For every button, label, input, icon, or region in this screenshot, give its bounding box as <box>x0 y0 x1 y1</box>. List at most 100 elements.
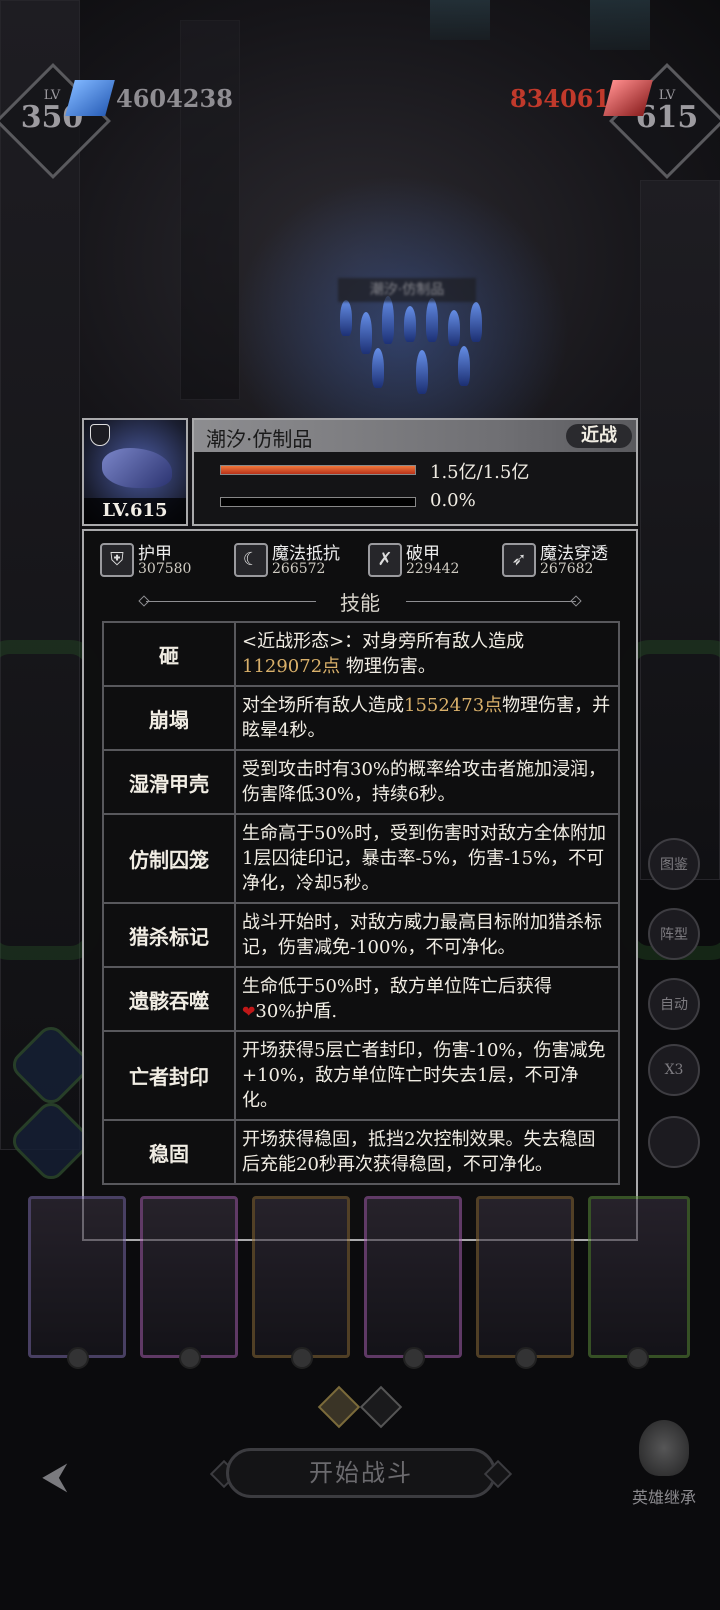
skill-name: 仿制囚笼 <box>104 815 236 902</box>
hero-badge <box>515 1347 537 1369</box>
skill-damage-number: 1129072点 <box>242 656 341 677</box>
unit-status-box: 潮汐·仿制品 近战 1.5亿/1.5亿 0.0% <box>192 418 638 526</box>
broken-heart-icon: ❤ <box>242 1002 256 1021</box>
skills-table: 砸 <近战形态>：对身旁所有敌人造成 1129072点 物理伤害。 崩塌 对全场所有敌人… <box>102 621 620 1185</box>
armor-break-icon: ✗ <box>368 543 402 577</box>
boss-crystal <box>448 310 460 346</box>
stat-value: 266572 <box>272 561 326 577</box>
skill-damage-number: 1552473点 <box>404 695 503 716</box>
unit-title-bar: 潮汐·仿制品 近战 <box>194 420 636 452</box>
stat-magic-penetration: ➶ 魔法穿透 267682 <box>502 539 630 581</box>
skill-text: 战斗开始时，对敌方威力最高目标附加猎杀标记，伤害减免-100%，不可净化。 <box>242 912 602 958</box>
skill-text: 物理伤害。 <box>340 656 436 677</box>
side-button-2[interactable]: 自动 <box>648 978 700 1030</box>
side-button-hero[interactable] <box>648 1116 700 1168</box>
hero-badge <box>67 1347 89 1369</box>
energy-bar <box>220 497 416 507</box>
boss-name-label: 潮汐·仿制品 <box>338 278 476 302</box>
bg-window <box>590 0 650 50</box>
bg-window <box>430 0 490 40</box>
skill-name: 猎杀标记 <box>104 904 236 966</box>
speed-x3-button[interactable]: X3 <box>648 1044 700 1096</box>
skill-name: 湿滑甲壳 <box>104 751 236 813</box>
stat-value: 229442 <box>406 561 460 577</box>
unit-info-header: LV.615 潮汐·仿制品 近战 1.5亿/1.5亿 0.0% <box>82 418 638 526</box>
hero-badge <box>291 1347 313 1369</box>
skill-description: 开场获得5层亡者封印，伤害-10%，伤害减免+10%，敌方单位阵亡时失去1层，不… <box>236 1032 618 1119</box>
hero-card[interactable] <box>28 1196 126 1369</box>
boss-crystal <box>404 306 416 342</box>
unit-level: LV.615 <box>84 498 186 524</box>
hero-card[interactable] <box>588 1196 690 1369</box>
unit-info-panel: ⛨ 护甲 307580 ☾ 魔法抵抗 266572 ✗ 破甲 229442 ➶ … <box>82 529 638 1241</box>
hero-inherit-button[interactable]: 英雄继承 <box>618 1420 710 1520</box>
skill-description: <近战形态>：对身旁所有敌人造成 1129072点 物理伤害。 <box>236 623 618 685</box>
hero-badge <box>179 1347 201 1369</box>
formation-page-dot-active[interactable] <box>317 1385 361 1429</box>
player-power: 4604238 <box>116 84 233 113</box>
skill-name: 亡者封印 <box>104 1032 236 1119</box>
hp-bar <box>220 465 416 475</box>
skill-text: 对全场所有敌人造成 <box>242 695 404 716</box>
hero-card[interactable] <box>364 1196 462 1369</box>
skills-section-header: 技能 <box>84 587 636 617</box>
armor-icon: ⛨ <box>100 543 134 577</box>
unit-portrait: LV.615 <box>82 418 188 526</box>
skill-text: 受到攻击时有30%的概率给攻击者施加浸润，伤害降低30%，持续6秒。 <box>242 759 607 805</box>
skill-row: 稳固 开场获得稳固，抵挡2次控制效果。失去稳固后充能20秒再次获得稳固，不可净化。 <box>104 1121 618 1183</box>
skill-row: 仿制囚笼 生命高于50%时，受到伤害时对敌方全体附加1层囚徒印记，暴击率-5%，伤… <box>104 815 618 904</box>
magic-resist-icon: ☾ <box>234 543 268 577</box>
skill-text: 30%护盾. <box>255 1001 338 1022</box>
power-gem-icon <box>65 80 115 116</box>
battle-prep-screen: 潮汐·仿制品 LV 350 4604238 LV 615 8340617 图鉴 … <box>0 0 720 1610</box>
unit-portrait-art <box>102 448 172 488</box>
skill-text: <近战形态>：对身旁所有敌人造成 <box>242 631 525 652</box>
start-battle-button[interactable]: 开始战斗 <box>226 1448 496 1498</box>
shield-icon <box>90 424 110 446</box>
stat-value: 267682 <box>540 561 594 577</box>
unit-name: 潮汐·仿制品 <box>206 427 313 451</box>
magic-penetration-icon: ➶ <box>502 543 536 577</box>
skill-name: 崩塌 <box>104 687 236 749</box>
skill-row: 遗骸吞噬 生命低于50%时，敌方单位阵亡后获得 ❤30%护盾. <box>104 968 618 1032</box>
boss-crystal <box>372 348 384 388</box>
bg-pillar <box>0 0 80 1150</box>
hp-text: 1.5亿/1.5亿 <box>430 462 530 483</box>
energy-text: 0.0% <box>430 490 476 511</box>
boss-crystal <box>458 346 470 386</box>
back-arrow-icon[interactable]: ⮜ <box>42 1456 92 1497</box>
skill-description: 受到攻击时有30%的概率给攻击者施加浸润，伤害降低30%，持续6秒。 <box>236 751 618 813</box>
skill-row: 猎杀标记 战斗开始时，对敌方威力最高目标附加猎杀标记，伤害减免-100%，不可净化… <box>104 904 618 968</box>
boss-crystal <box>382 296 394 344</box>
hero-card[interactable] <box>140 1196 238 1369</box>
skill-description: 生命低于50%时，敌方单位阵亡后获得 ❤30%护盾. <box>236 968 618 1030</box>
hero-card[interactable] <box>476 1196 574 1369</box>
stat-value: 307580 <box>138 561 192 577</box>
skill-description: 开场获得稳固，抵挡2次控制效果。失去稳固后充能20秒再次获得稳固，不可净化。 <box>236 1121 618 1183</box>
skill-row: 砸 <近战形态>：对身旁所有敌人造成 1129072点 物理伤害。 <box>104 623 618 687</box>
skill-name: 稳固 <box>104 1121 236 1183</box>
skill-description: 战斗开始时，对敌方威力最高目标附加猎杀标记，伤害减免-100%，不可净化。 <box>236 904 618 966</box>
hero-badge <box>403 1347 425 1369</box>
formation-page-dot[interactable] <box>359 1385 403 1429</box>
skill-row: 湿滑甲壳 受到攻击时有30%的概率给攻击者施加浸润，伤害降低30%，持续6秒。 <box>104 751 618 815</box>
skill-row: 亡者封印 开场获得5层亡者封印，伤害-10%，伤害减免+10%，敌方单位阵亡时失去… <box>104 1032 618 1121</box>
skill-text: 生命低于50%时，敌方单位阵亡后获得 <box>242 976 553 997</box>
boss-crystal <box>340 300 352 336</box>
side-button-1[interactable]: 阵型 <box>648 908 700 960</box>
boss-crystal <box>426 298 438 342</box>
stat-armor-break: ✗ 破甲 229442 <box>368 539 496 581</box>
unit-type-tag: 近战 <box>566 424 632 448</box>
hero-badge <box>627 1347 649 1369</box>
skill-name: 遗骸吞噬 <box>104 968 236 1030</box>
hero-card[interactable] <box>252 1196 350 1369</box>
skill-text: 开场获得5层亡者封印，伤害-10%，伤害减免+10%，敌方单位阵亡时失去1层，不… <box>242 1040 606 1111</box>
skill-text: 生命高于50%时，受到伤害时对敌方全体附加1层囚徒印记，暴击率-5%，伤害-15… <box>242 823 607 894</box>
divider-line <box>406 601 576 602</box>
side-button-0[interactable]: 图鉴 <box>648 838 700 890</box>
skill-row: 崩塌 对全场所有敌人造成1552473点物理伤害，并眩晕4秒。 <box>104 687 618 751</box>
stat-magic-resist: ☾ 魔法抵抗 266572 <box>234 539 362 581</box>
hp-bar-fill <box>221 466 415 474</box>
boss-crystal <box>470 302 482 342</box>
stat-armor: ⛨ 护甲 307580 <box>100 539 228 581</box>
